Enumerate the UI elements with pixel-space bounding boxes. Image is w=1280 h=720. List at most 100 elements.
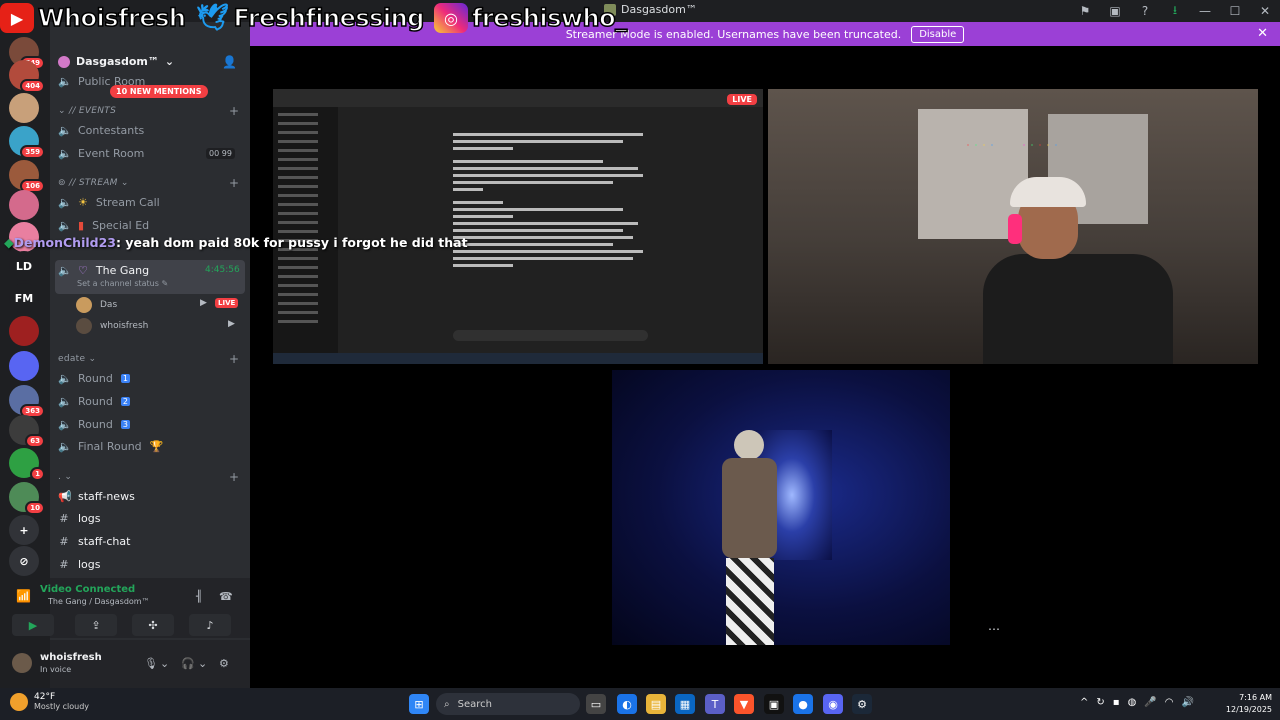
category-events[interactable]: ⌄ // Events: [58, 106, 116, 116]
volume-icon[interactable]: 🔊: [1181, 697, 1193, 708]
brave-icon[interactable]: ▼: [734, 694, 754, 714]
sync-icon[interactable]: ↻: [1096, 697, 1104, 708]
screenshare-button[interactable]: ⇪: [75, 614, 117, 636]
club-video-tile[interactable]: [612, 370, 950, 645]
add-channel-icon[interactable]: +: [229, 470, 239, 484]
channel-the-gang[interactable]: 🔈 ♡ The Gang: [58, 264, 149, 277]
wifi-icon[interactable]: ◠: [1165, 697, 1174, 708]
folder-icon[interactable]: [9, 351, 39, 381]
webcam-tile[interactable]: [768, 89, 1258, 364]
screenshare-tile[interactable]: LIVE: [273, 89, 763, 364]
server-icon[interactable]: 363: [9, 385, 45, 418]
download-icon[interactable]: ⭳: [1160, 1, 1190, 22]
start-icon[interactable]: ⊞: [409, 694, 429, 714]
add-channel-icon[interactable]: +: [229, 104, 239, 118]
server-icon[interactable]: [9, 93, 39, 123]
title-bar-controls: ⚑ ▣ ? ⭳ — ☐ ✕: [1070, 0, 1280, 22]
search-icon: ⌕: [444, 698, 450, 710]
unread-badge: 359: [20, 145, 45, 159]
server-icon[interactable]: 404: [9, 60, 45, 93]
terminal-icon[interactable]: ▣: [764, 694, 784, 714]
steam-icon[interactable]: ⚙: [852, 694, 872, 714]
store-icon[interactable]: ▦: [675, 694, 695, 714]
category-edate[interactable]: edate ⌄: [58, 354, 96, 364]
server-icon[interactable]: 10: [9, 482, 45, 515]
inbox-icon[interactable]: ⚑: [1070, 4, 1100, 18]
disconnect-icon[interactable]: ☎: [219, 590, 233, 603]
channel-final-round[interactable]: 🔈 Final Round 🏆: [58, 440, 163, 453]
server-icon[interactable]: FM: [9, 283, 39, 313]
activities-button[interactable]: ✣: [132, 614, 174, 636]
set-channel-status[interactable]: Set a channel status ✎: [77, 279, 168, 288]
social-overlay: ▶ Whoisfresh 🕊 Freshfinessing ◎ freshisw…: [0, 0, 633, 36]
new-mentions-pill[interactable]: 10 NEW MENTIONS: [110, 85, 208, 98]
teams-icon[interactable]: T: [705, 694, 725, 714]
voice-member[interactable]: Das: [76, 297, 117, 313]
server-header[interactable]: Dasgasdom™ ⌄: [58, 55, 174, 68]
file-explorer-icon[interactable]: ▤: [646, 694, 666, 714]
channel-logs[interactable]: # logs: [58, 512, 100, 525]
channel-logs-2[interactable]: # logs: [58, 558, 100, 571]
category-stream[interactable]: ⊚ // STREAM ⌄: [58, 178, 129, 188]
channel-round-1[interactable]: 🔈 Round 1: [58, 372, 130, 385]
close-icon[interactable]: ✕: [1250, 4, 1280, 18]
noise-suppression-icon[interactable]: ╢: [196, 590, 203, 603]
channel-round-3[interactable]: 🔈 Round 3: [58, 418, 130, 431]
channel-round-2[interactable]: 🔈 Round 2: [58, 395, 130, 408]
chevron-down-icon[interactable]: ⌄: [198, 657, 207, 670]
banner-close-icon[interactable]: ✕: [1257, 26, 1268, 41]
category-unnamed[interactable]: . ⌄: [58, 472, 72, 482]
headphones-icon[interactable]: 🎧: [181, 657, 195, 670]
soundboard-button[interactable]: ♪: [189, 614, 231, 636]
speaker-icon: 🔈: [58, 264, 72, 277]
more-options-icon[interactable]: ⋯: [988, 622, 1000, 636]
channel-contestants[interactable]: 🔈 Contestants: [58, 124, 144, 137]
voice-member[interactable]: whoisfresh: [76, 318, 148, 334]
add-server-icon[interactable]: +: [9, 515, 39, 545]
copilot-icon[interactable]: ◐: [617, 694, 637, 714]
invite-icon[interactable]: 👤: [222, 55, 237, 69]
discord-icon[interactable]: ◉: [823, 694, 843, 714]
tray-chevron-icon[interactable]: ^: [1080, 697, 1088, 708]
voice-location[interactable]: The Gang / Dasgasdom™: [48, 597, 150, 606]
weather-widget[interactable]: 42°F Mostly cloudy: [10, 692, 89, 711]
server-icon[interactable]: 1: [9, 448, 45, 481]
channel-staff-chat[interactable]: # staff-chat: [58, 535, 130, 548]
mic-icon[interactable]: 🎙: [144, 657, 158, 670]
channel-stream-call[interactable]: 🔈 ☀ Stream Call: [58, 196, 160, 209]
channel-special-ed[interactable]: 🔈 ▮ Special Ed: [58, 219, 149, 232]
server-icon[interactable]: 63: [9, 415, 45, 448]
channel-event-room[interactable]: 🔈 Event Room: [58, 147, 144, 160]
task-view-icon[interactable]: ▭: [586, 694, 606, 714]
add-channel-icon[interactable]: +: [229, 352, 239, 366]
chevron-down-icon[interactable]: ⌄: [160, 657, 169, 670]
clock[interactable]: 7:16 AM 12/19/2025: [1226, 692, 1272, 716]
server-icon[interactable]: LD: [9, 251, 39, 281]
camera-button[interactable]: ▶: [12, 614, 54, 636]
hash-icon: #: [59, 512, 69, 525]
minimize-icon[interactable]: —: [1190, 4, 1220, 18]
server-icon[interactable]: [9, 190, 39, 220]
help-icon[interactable]: ?: [1130, 4, 1160, 18]
settings-gear-icon[interactable]: ⚙: [219, 657, 229, 670]
server-icon[interactable]: 359: [9, 126, 45, 159]
tray-app-icon[interactable]: ◍: [1128, 697, 1137, 708]
disable-button[interactable]: Disable: [911, 25, 965, 43]
discover-icon[interactable]: ⊘: [9, 546, 39, 576]
taskbar-search[interactable]: ⌕ Search: [436, 693, 580, 715]
maximize-icon[interactable]: ☐: [1220, 4, 1250, 18]
user-avatar[interactable]: [12, 653, 32, 673]
voice-status[interactable]: Video Connected: [40, 584, 135, 595]
trophy-icon: 🏆: [149, 440, 164, 453]
mic-tray-icon[interactable]: 🎤: [1144, 697, 1156, 708]
server-icon[interactable]: 106: [9, 160, 45, 193]
chrome-icon[interactable]: ●: [793, 694, 813, 714]
server-icon[interactable]: [9, 316, 39, 346]
server-icon: [58, 55, 70, 68]
add-channel-icon[interactable]: +: [229, 176, 239, 190]
screen-icon[interactable]: ▣: [1100, 4, 1130, 18]
username[interactable]: whoisfresh: [40, 652, 102, 663]
app-tray-icon[interactable]: ▪: [1113, 697, 1120, 708]
dancer: [712, 430, 782, 645]
channel-staff-news[interactable]: 📢 staff-news: [58, 490, 135, 503]
